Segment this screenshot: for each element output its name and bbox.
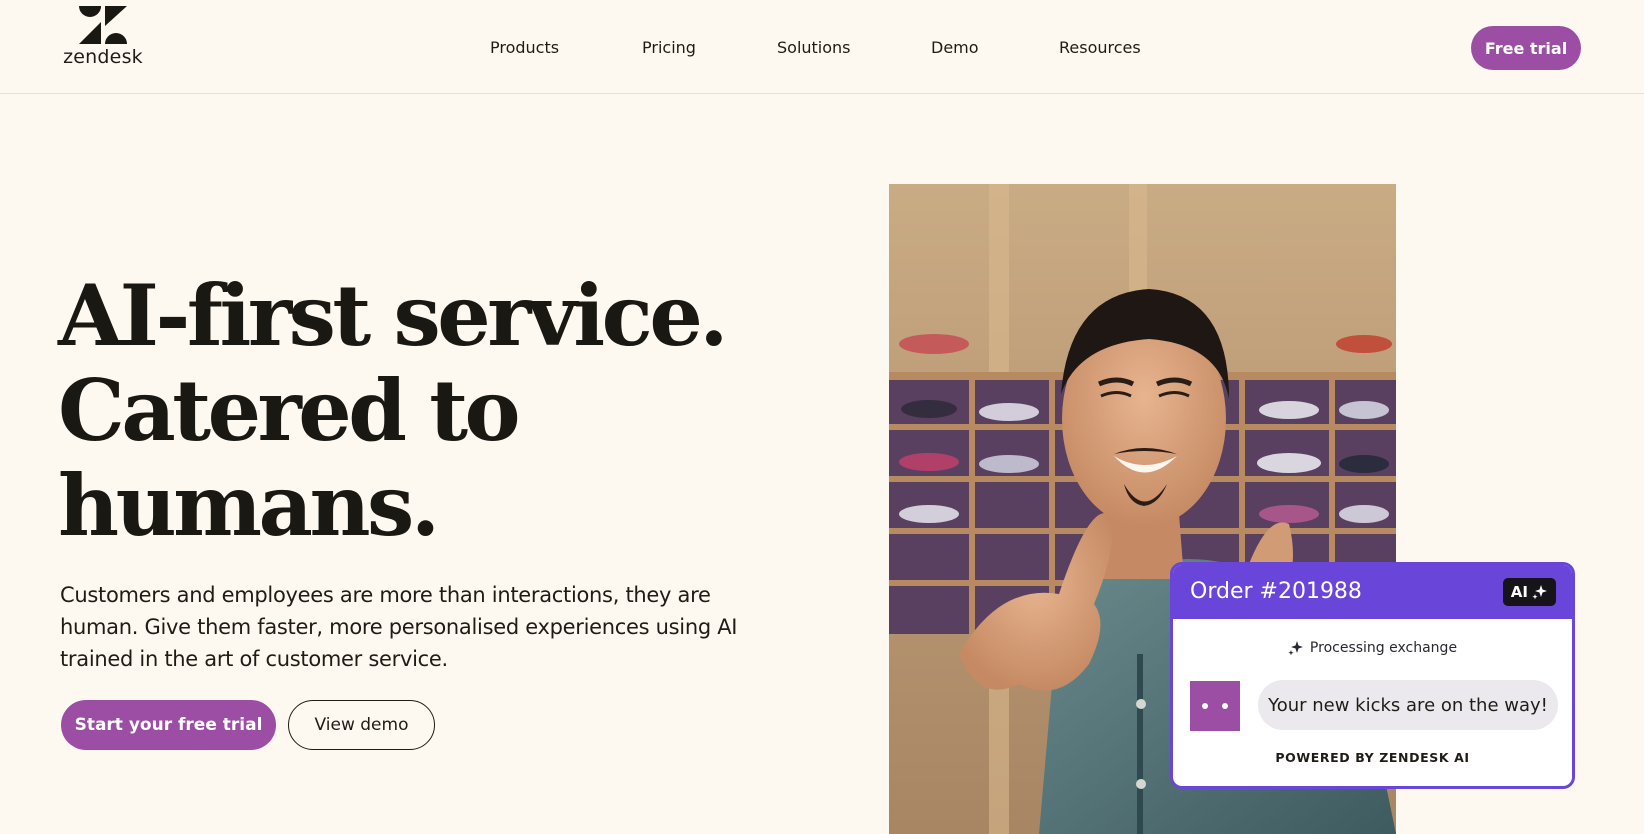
bot-avatar-icon: [1190, 681, 1240, 731]
sparkle-icon: [1532, 585, 1547, 600]
hero-subtitle: Customers and employees are more than in…: [60, 583, 738, 671]
zendesk-logo-mark-icon: [79, 6, 127, 44]
start-free-trial-button[interactable]: Start your free trial: [61, 700, 276, 750]
ai-badge-label: AI: [1510, 583, 1528, 601]
processing-status-text: Processing exchange: [1309, 640, 1458, 656]
nav-item-resources[interactable]: Resources: [1059, 38, 1141, 57]
processing-status: Processing exchange: [1173, 640, 1572, 656]
hero-title: AI-first service. Catered to humans.: [58, 268, 818, 553]
order-chat-card: Order #201988 AI Processing exchange You…: [1170, 562, 1575, 789]
order-card-header: Order #201988 AI: [1173, 565, 1572, 619]
sparkle-icon: [1288, 641, 1303, 656]
nav-item-products[interactable]: Products: [490, 38, 559, 57]
site-header: zendesk Products Pricing Solutions Demo …: [0, 0, 1644, 94]
nav-item-solutions[interactable]: Solutions: [777, 38, 851, 57]
ai-badge: AI: [1502, 578, 1556, 606]
nav-item-pricing[interactable]: Pricing: [642, 38, 696, 57]
view-demo-button[interactable]: View demo: [288, 700, 435, 750]
chat-message-bubble: Your new kicks are on the way!: [1258, 680, 1558, 730]
nav-item-demo[interactable]: Demo: [931, 38, 979, 57]
powered-by-label: POWERED BY ZENDESK AI: [1275, 750, 1470, 765]
hero-title-line-3: humans.: [58, 456, 440, 555]
free-trial-button[interactable]: Free trial: [1471, 26, 1581, 70]
order-title: Order #201988: [1190, 579, 1362, 604]
hero-title-line-1: AI-first service.: [58, 266, 729, 365]
logo-wordmark: zendesk: [63, 46, 143, 68]
zendesk-logo[interactable]: zendesk: [60, 6, 146, 70]
hero-title-line-2: Catered to: [58, 361, 521, 460]
